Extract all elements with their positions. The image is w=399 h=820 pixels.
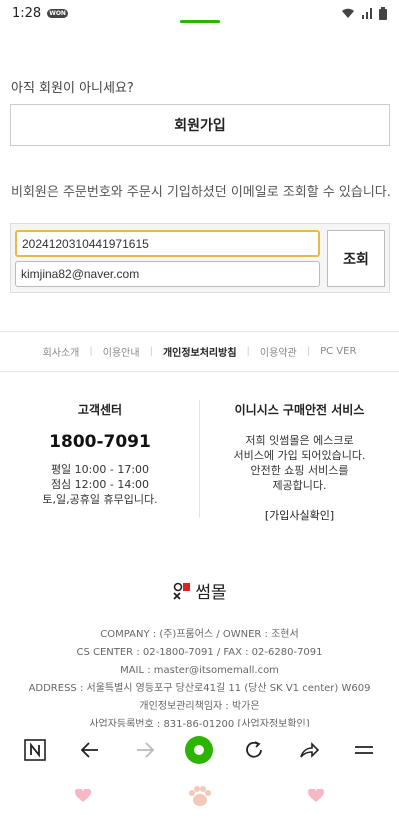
company-line: MAIL : master@itsomemall.com bbox=[120, 665, 279, 676]
arrow-left-icon bbox=[80, 741, 99, 758]
email-input[interactable]: kimjina82@naver.com bbox=[15, 261, 320, 287]
footer-link-terms[interactable]: 이용약관 bbox=[250, 344, 307, 359]
share-icon bbox=[300, 741, 319, 758]
footer-link-privacy[interactable]: 개인정보처리방침 bbox=[153, 344, 247, 359]
green-dot-icon bbox=[185, 735, 214, 764]
heart-icon[interactable] bbox=[308, 789, 324, 803]
company-line: CS CENTER : 02-1800-7091 / FAX : 02-6280… bbox=[76, 647, 323, 658]
company-line: ADDRESS : 서울특별시 영등포구 당산로41길 11 (당산 SK V1… bbox=[28, 683, 371, 694]
heart-icon[interactable] bbox=[75, 789, 91, 803]
customer-center-hours: 평일 10:00 - 17:00 점심 12:00 - 14:00 토,일,공휴… bbox=[0, 462, 200, 507]
footer-link-guide[interactable]: 이용안내 bbox=[93, 344, 150, 359]
hours-lunch: 점심 12:00 - 14:00 bbox=[50, 478, 150, 491]
refresh-button[interactable] bbox=[236, 732, 272, 768]
green-dot-button[interactable] bbox=[181, 732, 217, 768]
company-info: COMPANY : (주)프룸어스 / OWNER : 조현서 CS CENTE… bbox=[0, 626, 399, 734]
back-button[interactable] bbox=[72, 732, 108, 768]
divider bbox=[0, 371, 399, 372]
inicis-description: 저희 잇썸몰은 에스크로 서비스에 가입 되어있습니다. 안전한 쇼핑 서비스를… bbox=[233, 434, 366, 492]
footer-link-pc-version[interactable]: PC VER bbox=[310, 346, 366, 357]
inicis-title: 이니시스 구매안전 서비스 bbox=[234, 403, 365, 417]
brand-logo-icon bbox=[173, 582, 191, 600]
customer-center-phone[interactable]: 1800-7091 bbox=[0, 432, 200, 452]
active-tab-indicator bbox=[180, 20, 220, 23]
naver-n-icon bbox=[24, 738, 47, 761]
inicis-escrow: 이니시스 구매안전 서비스 저희 잇썸몰은 에스크로 서비스에 가입 되어있습니… bbox=[200, 396, 399, 523]
footer-nav: 회사소개 | 이용안내 | 개인정보처리방침 | 이용약관 | PC VER bbox=[0, 332, 399, 370]
refresh-icon bbox=[246, 740, 263, 758]
signup-button[interactable]: 회원가입 bbox=[10, 104, 390, 146]
forward-button[interactable] bbox=[127, 732, 163, 768]
bottom-decoration-bar bbox=[0, 772, 399, 820]
signal-icon bbox=[362, 8, 372, 19]
company-line: COMPANY : (주)프룸어스 / OWNER : 조현서 bbox=[100, 629, 299, 640]
paw-icon[interactable] bbox=[187, 785, 213, 807]
guest-lookup-description: 비회원은 주문번호와 주문시 기입하셨던 이메일로 조회할 수 있습니다. bbox=[11, 185, 391, 200]
battery-icon bbox=[379, 6, 387, 20]
status-time: 1:28 bbox=[12, 5, 42, 21]
wifi-icon bbox=[342, 8, 354, 18]
hours-closed: 토,일,공휴일 휴무입니다. bbox=[42, 493, 158, 506]
customer-center: 고객센터 1800-7091 평일 10:00 - 17:00 점심 12:00… bbox=[0, 396, 200, 507]
company-line: 개인정보관리책임자 : 박가은 bbox=[139, 701, 260, 712]
arrow-right-icon bbox=[136, 741, 155, 758]
lookup-button[interactable]: 조회 bbox=[327, 230, 385, 287]
share-button[interactable] bbox=[291, 732, 327, 768]
hours-weekday: 평일 10:00 - 17:00 bbox=[50, 463, 150, 476]
menu-button[interactable] bbox=[346, 732, 382, 768]
inicis-verify-link[interactable]: [가입사실확인] bbox=[200, 507, 399, 523]
brand-logo: 썸몰 bbox=[0, 578, 399, 603]
browser-toolbar bbox=[0, 727, 399, 772]
footer-link-company[interactable]: 회사소개 bbox=[33, 344, 90, 359]
order-number-input[interactable]: 2024120310441971615 bbox=[15, 230, 320, 257]
customer-center-title: 고객센터 bbox=[77, 403, 123, 417]
guest-lookup-form: 2024120310441971615 kimjina82@naver.com … bbox=[10, 223, 390, 293]
brand-name: 썸몰 bbox=[195, 583, 227, 603]
signup-question: 아직 회원이 아니세요? bbox=[11, 81, 134, 96]
naver-home-button[interactable] bbox=[17, 732, 53, 768]
won-badge-icon: WON bbox=[47, 8, 68, 18]
status-icons bbox=[341, 6, 387, 20]
hamburger-menu-icon bbox=[354, 745, 373, 754]
